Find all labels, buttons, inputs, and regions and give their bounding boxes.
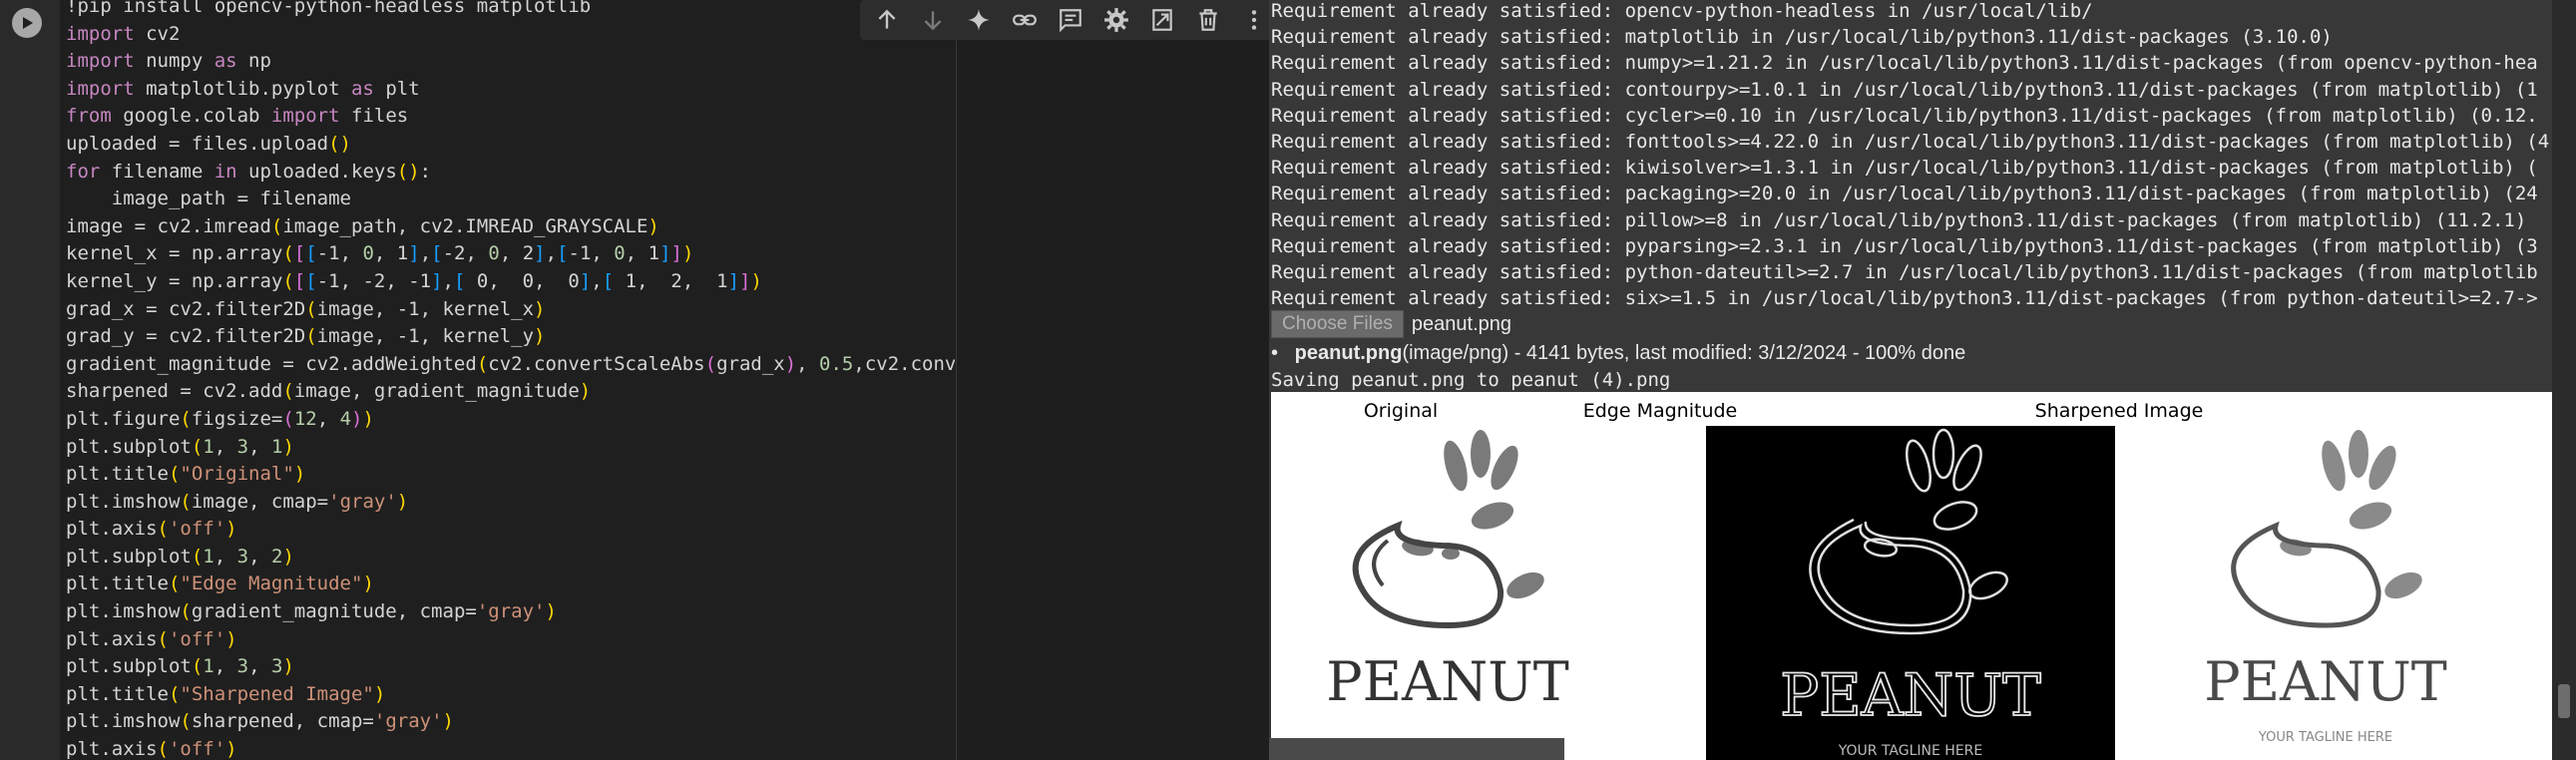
figure-title-sharpened: Sharpened Image: [2034, 400, 2204, 422]
uploaded-file-name: peanut.png: [1294, 342, 1403, 364]
sparkle-icon: [968, 9, 990, 31]
original-image: PEANUT: [1269, 426, 1652, 760]
code-line: plt.imshow(sharpened, cmap='gray'): [66, 710, 454, 733]
file-upload-widget: Choose Files peanut.png: [1271, 309, 1511, 339]
matplotlib-figure: Original Edge Magnitude Sharpened Image …: [1271, 392, 2552, 760]
gear-icon: [1104, 8, 1128, 32]
play-icon: [23, 17, 33, 29]
arrow-up-icon: [878, 9, 896, 29]
figure-title-original: Original: [1363, 400, 1439, 422]
move-cell-up-button[interactable]: [868, 1, 906, 39]
cell-gutter: [0, 0, 60, 760]
code-line: plt.figure(figsize=(12, 4)): [66, 407, 374, 430]
code-line: plt.title("Edge Magnitude"): [66, 572, 374, 595]
code-line: import cv2: [66, 22, 181, 45]
cell-settings-button[interactable]: [1097, 1, 1135, 39]
code-line: for filename in uploaded.keys():: [66, 160, 432, 183]
editor-ruler: [956, 0, 957, 760]
output-scrollbar[interactable]: [2552, 0, 2576, 760]
scrollbar-thumb[interactable]: [2558, 684, 2570, 718]
pip-output-line: Requirement already satisfied: python-da…: [1271, 260, 2538, 283]
code-line: gradient_magnitude = cv2.addWeighted(cv2…: [66, 352, 955, 375]
figure-title-edge: Edge Magnitude: [1582, 400, 1738, 422]
copy-link-button[interactable]: [1006, 1, 1044, 39]
pip-output-line: Requirement already satisfied: opencv-py…: [1271, 0, 2093, 22]
cell-toolbar: [860, 0, 1281, 40]
pip-output-line: Requirement already satisfied: numpy>=1.…: [1271, 52, 2538, 75]
run-cell-button[interactable]: [12, 8, 42, 38]
gemini-button[interactable]: [960, 1, 998, 39]
uploaded-file-meta: (image/png) - 4141 bytes, last modified:…: [1402, 342, 1966, 364]
more-actions-button[interactable]: [1235, 1, 1273, 39]
code-line: plt.axis('off'): [66, 518, 237, 541]
logo-tagline-edge: YOUR TAGLINE HERE: [1838, 743, 1983, 759]
code-line: import matplotlib.pyplot as plt: [66, 77, 420, 100]
pip-output: Requirement already satisfied: opencv-py…: [1271, 0, 2549, 311]
code-line: uploaded = files.upload(): [66, 132, 351, 155]
add-comment-button[interactable]: [1052, 1, 1089, 39]
code-editor[interactable]: !pip install opencv-python-headless matp…: [60, 0, 955, 760]
mirror-cell-button[interactable]: [1143, 1, 1181, 39]
logo-text-sharpened: PEANUT: [2204, 650, 2447, 713]
code-line: plt.subplot(1, 3, 1): [66, 435, 294, 458]
pip-output-line: Requirement already satisfied: fonttools…: [1271, 130, 2550, 153]
link-icon: [1013, 14, 1037, 26]
code-line: grad_y = cv2.filter2D(image, -1, kernel_…: [66, 325, 546, 348]
code-line: !pip install opencv-python-headless matp…: [66, 0, 592, 17]
code-line: plt.title("Sharpened Image"): [66, 682, 386, 705]
code-line: kernel_x = np.array([[-1, 0, 1],[-2, 0, …: [66, 242, 694, 265]
chosen-file-name: peanut.png: [1411, 312, 1511, 335]
delete-cell-button[interactable]: [1189, 1, 1227, 39]
code-lines: !pip install opencv-python-headless matp…: [66, 0, 955, 760]
pip-output-line: Requirement already satisfied: packaging…: [1271, 183, 2538, 205]
pip-output-line: Requirement already satisfied: pillow>=8…: [1271, 208, 2527, 231]
code-line: kernel_y = np.array([[-1, -2, -1],[ 0, 0…: [66, 269, 762, 292]
code-line: plt.subplot(1, 3, 3): [66, 655, 294, 678]
code-line: import numpy as np: [66, 50, 271, 73]
code-line: plt.axis('off'): [66, 627, 237, 650]
output-footer: [1269, 738, 1564, 760]
move-cell-down-button[interactable]: [914, 1, 952, 39]
saving-message: Saving peanut.png to peanut (4).png: [1271, 369, 1671, 391]
code-line: grad_x = cv2.filter2D(image, -1, kernel_…: [66, 297, 546, 320]
pip-output-line: Requirement already satisfied: matplotli…: [1271, 26, 2333, 49]
comment-icon: [1060, 9, 1081, 33]
code-line: plt.subplot(1, 3, 2): [66, 545, 294, 568]
cell-output: Requirement already satisfied: opencv-py…: [1269, 0, 2552, 760]
logo-text-original: PEANUT: [1326, 650, 1569, 713]
pip-output-line: Requirement already satisfied: cycler>=0…: [1271, 104, 2538, 127]
code-line: plt.title("Original"): [66, 463, 306, 486]
pip-output-line: Requirement already satisfied: six>=1.5 …: [1271, 287, 2538, 310]
code-line: sharpened = cv2.add(image, gradient_magn…: [66, 380, 592, 403]
arrow-down-icon: [924, 11, 942, 31]
pip-output-line: Requirement already satisfied: kiwisolve…: [1271, 157, 2538, 180]
choose-files-button[interactable]: Choose Files: [1271, 310, 1404, 338]
code-line: plt.imshow(image, cmap='gray'): [66, 490, 409, 513]
delete-icon: [1199, 9, 1217, 31]
uploaded-file-item: • peanut.png(image/png) - 4141 bytes, la…: [1271, 342, 1966, 364]
pip-output-line: Requirement already satisfied: contourpy…: [1271, 78, 2538, 101]
logo-text-edge: PEANUT: [1780, 661, 2041, 729]
pip-output-line: Requirement already satisfied: pyparsing…: [1271, 234, 2538, 257]
mirror-cell-icon: [1152, 9, 1172, 31]
sharpened-image: PEANUT YOUR TAGLINE HERE: [2121, 426, 2530, 760]
edge-magnitude-image: PEANUT YOUR TAGLINE HERE: [1706, 426, 2115, 760]
code-line: from google.colab import files: [66, 105, 409, 128]
code-line: plt.imshow(gradient_magnitude, cmap='gra…: [66, 600, 557, 623]
code-line: image = cv2.imread(image_path, cv2.IMREA…: [66, 214, 659, 237]
code-line: plt.axis('off'): [66, 738, 237, 760]
code-line: image_path = filename: [66, 188, 351, 210]
more-vert-icon: [1251, 10, 1257, 30]
logo-tagline-sharpened: YOUR TAGLINE HERE: [2258, 730, 2392, 745]
